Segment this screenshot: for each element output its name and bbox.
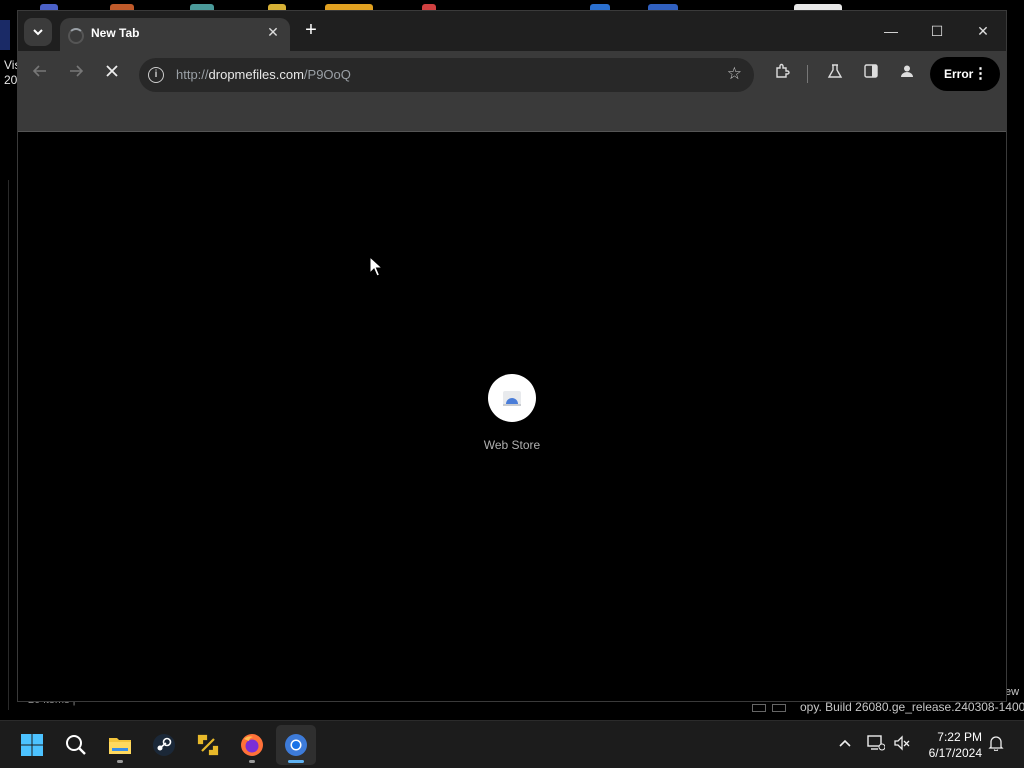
search-icon bbox=[66, 735, 86, 755]
url-scheme: http:// bbox=[176, 67, 209, 82]
network-icon bbox=[867, 735, 886, 751]
forward-button[interactable] bbox=[64, 62, 88, 86]
arrow-right-icon bbox=[70, 65, 84, 77]
browser-toolbar: i http://dropmefiles.com/P9OoQ ☆ Error ⋮ bbox=[18, 51, 1006, 97]
tab-title: New Tab bbox=[91, 26, 140, 40]
tab-search-button[interactable] bbox=[24, 18, 52, 46]
web-store-icon bbox=[503, 391, 521, 406]
file-explorer-icon bbox=[109, 738, 131, 754]
taskbar-tools-app[interactable] bbox=[188, 725, 228, 765]
chevron-down-icon bbox=[33, 29, 43, 36]
running-indicator bbox=[249, 760, 255, 763]
windows-start-icon bbox=[21, 734, 43, 756]
taskbar-search-button[interactable] bbox=[56, 725, 96, 765]
system-clock[interactable]: 7:22 PM 6/17/2024 bbox=[920, 729, 982, 761]
tools-icon bbox=[197, 734, 219, 756]
toolbar-divider bbox=[807, 65, 808, 83]
background-watermark-fragment: ew bbox=[1005, 686, 1020, 698]
address-bar[interactable]: i http://dropmefiles.com/P9OoQ ☆ bbox=[139, 58, 754, 92]
profile-error-button[interactable]: Error ⋮ bbox=[930, 57, 1000, 91]
extensions-icon[interactable] bbox=[771, 63, 793, 85]
taskbar-file-explorer[interactable] bbox=[100, 725, 140, 765]
profile-error-label: Error bbox=[944, 67, 974, 81]
bell-icon bbox=[988, 736, 1004, 752]
close-window-button[interactable]: ✕ bbox=[968, 19, 998, 43]
chevron-up-icon bbox=[839, 739, 851, 747]
start-button[interactable] bbox=[12, 725, 52, 765]
more-options-icon: ⋮ bbox=[973, 65, 988, 82]
arrow-left-icon bbox=[32, 65, 46, 77]
shortcut-icon-circle bbox=[488, 374, 536, 422]
taskbar-firefox[interactable] bbox=[232, 725, 272, 765]
bookmarks-bar bbox=[18, 97, 1006, 132]
shortcut-label: Web Store bbox=[483, 438, 541, 452]
url-host: dropmefiles.com bbox=[208, 67, 304, 82]
active-indicator bbox=[288, 760, 304, 763]
loading-spinner-icon bbox=[68, 28, 84, 44]
running-indicator bbox=[117, 760, 123, 763]
back-button[interactable] bbox=[28, 62, 52, 86]
clock-time: 7:22 PM bbox=[937, 730, 982, 744]
speaker-muted-icon bbox=[894, 735, 910, 751]
url-path: /P9OoQ bbox=[303, 67, 351, 82]
show-hidden-icons-button[interactable] bbox=[835, 735, 855, 751]
side-panel-icon[interactable] bbox=[860, 63, 882, 85]
browser-window: New Tab ✕ + — ☐ ✕ i http://dropmefiles.c… bbox=[17, 10, 1007, 702]
firefox-icon bbox=[241, 734, 263, 756]
windows-build-watermark: opy. Build 26080.ge_release.240308-1400 bbox=[800, 700, 1024, 714]
steam-icon bbox=[153, 734, 175, 756]
taskbar: 7:22 PM 6/17/2024 bbox=[0, 720, 1024, 768]
info-icon[interactable]: i bbox=[148, 67, 164, 83]
minimize-button[interactable]: — bbox=[876, 19, 906, 43]
tab-close-button[interactable]: ✕ bbox=[264, 24, 282, 41]
close-icon bbox=[106, 65, 118, 77]
profile-avatar-icon[interactable] bbox=[896, 63, 918, 85]
network-status-button[interactable] bbox=[866, 735, 886, 754]
mouse-cursor-icon bbox=[369, 256, 383, 277]
tab-strip: New Tab ✕ + — ☐ ✕ bbox=[18, 11, 1006, 51]
url-text[interactable]: http://dropmefiles.com/P9OoQ bbox=[176, 67, 351, 82]
background-window-edge bbox=[8, 180, 14, 710]
shortcut-web-store[interactable]: Web Store bbox=[470, 374, 554, 452]
stop-loading-button[interactable] bbox=[100, 62, 124, 86]
clock-date: 6/17/2024 bbox=[928, 746, 982, 760]
taskbar-chrome[interactable] bbox=[276, 725, 316, 765]
labs-flask-icon[interactable] bbox=[824, 63, 846, 85]
new-tab-page: Web Store bbox=[18, 132, 1006, 701]
new-tab-button[interactable]: + bbox=[300, 20, 322, 42]
taskbar-steam[interactable] bbox=[144, 725, 184, 765]
maximize-button[interactable]: ☐ bbox=[922, 19, 952, 43]
volume-button[interactable] bbox=[892, 735, 912, 754]
desktop-app-fragment bbox=[0, 20, 10, 50]
notifications-button[interactable] bbox=[986, 735, 1006, 754]
chrome-icon bbox=[285, 734, 307, 756]
tab-new-tab[interactable]: New Tab ✕ bbox=[60, 18, 290, 51]
bookmark-star-icon[interactable]: ☆ bbox=[727, 64, 742, 84]
